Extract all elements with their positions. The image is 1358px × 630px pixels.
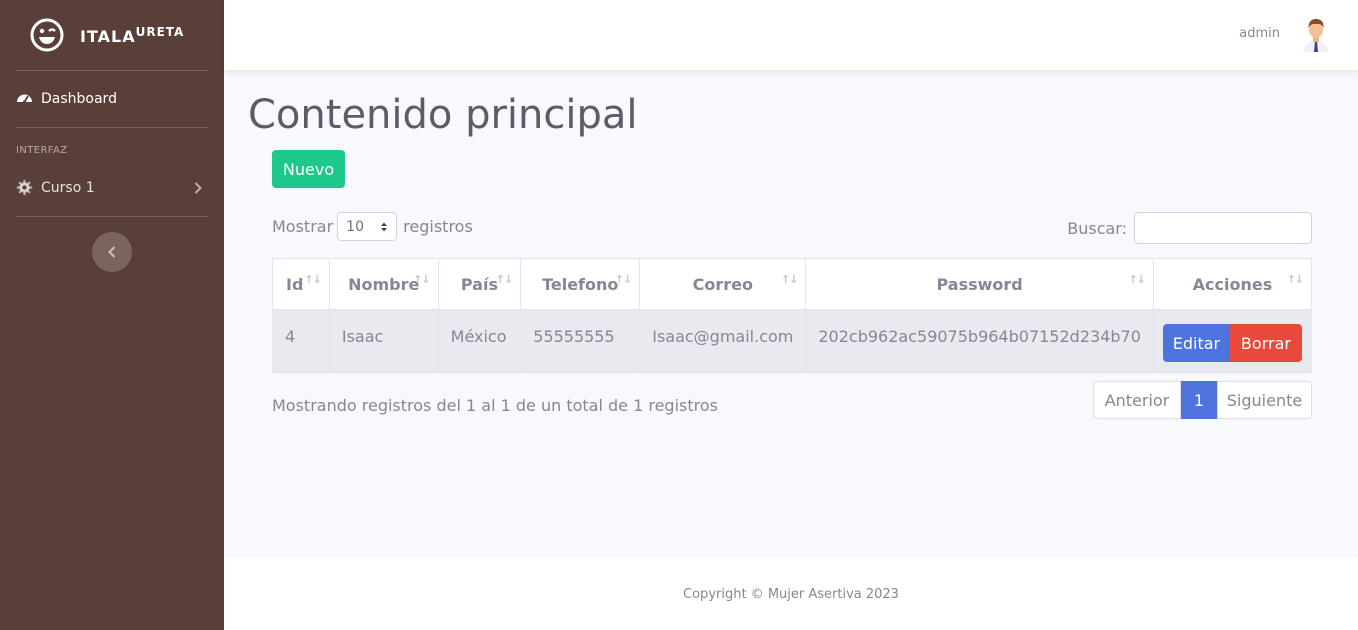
- footer: Copyright © Mujer Asertiva 2023: [224, 558, 1358, 630]
- sidebar-divider: [16, 127, 208, 128]
- page-size-value: 10: [346, 218, 364, 235]
- column-header-nombre[interactable]: Nombre ↑↓: [328, 258, 439, 311]
- page-size-select[interactable]: 10: [337, 212, 398, 241]
- new-button[interactable]: Nuevo: [272, 150, 345, 188]
- column-header-id[interactable]: Id ↑↓: [272, 258, 330, 311]
- chevron-right-icon: [194, 182, 202, 197]
- user-name[interactable]: admin: [1239, 26, 1280, 41]
- table-info: Mostrando registros del 1 al 1 de un tot…: [272, 396, 718, 415]
- brand-logo[interactable]: ITALAURETA: [30, 16, 184, 54]
- sort-icon: ↑↓: [780, 273, 798, 286]
- cog-icon: [16, 179, 33, 196]
- pagination-previous[interactable]: Anterior: [1093, 381, 1181, 419]
- cell-nombre: Isaac: [328, 309, 439, 373]
- search-label: Buscar:: [1067, 218, 1127, 238]
- sort-icon: ↑↓: [495, 273, 513, 286]
- sidebar-item-course[interactable]: Curso 1: [16, 179, 95, 196]
- sidebar-toggle-button[interactable]: [92, 232, 132, 272]
- cell-correo: Isaac@gmail.com: [639, 309, 807, 373]
- chevron-left-icon: [108, 246, 116, 258]
- delete-button[interactable]: Borrar: [1229, 324, 1302, 362]
- search-control: Buscar:: [1067, 212, 1312, 244]
- sort-icon: ↑↓: [1128, 273, 1145, 286]
- data-table: Id ↑↓ Nombre ↑↓ País ↑↓ Telefono ↑↓ Correo ↑↓…: [272, 258, 1313, 373]
- copyright-text: Copyright © Mujer Asertiva 2023: [683, 586, 899, 602]
- brand-name: ITALAURETA: [80, 24, 185, 46]
- pagination-next[interactable]: Siguiente: [1217, 381, 1312, 419]
- sort-icon: ↑↓: [304, 273, 321, 286]
- header-label: Correo: [692, 274, 753, 294]
- header-label: Password: [936, 274, 1023, 294]
- header-label: Id: [286, 274, 304, 294]
- page-title: Contenido principal: [248, 92, 638, 138]
- cell-id: 4: [272, 309, 330, 373]
- show-label: Mostrar: [272, 217, 334, 236]
- pagination-page-1[interactable]: 1: [1181, 381, 1217, 419]
- column-header-correo[interactable]: Correo ↑↓: [639, 258, 807, 311]
- table-row: 4 Isaac México 55555555 Isaac@gmail.com …: [272, 309, 1313, 373]
- tachometer-icon: [16, 90, 33, 107]
- column-header-pais[interactable]: País ↑↓: [437, 258, 522, 311]
- laugh-wink-icon: [30, 18, 64, 52]
- sort-icon: ↑↓: [413, 273, 430, 286]
- records-label: registros: [403, 217, 473, 236]
- header-label: Telefono: [542, 274, 619, 294]
- column-header-password[interactable]: Password ↑↓: [805, 258, 1154, 311]
- pagination: Anterior 1 Siguiente: [1093, 381, 1312, 419]
- edit-button[interactable]: Editar: [1162, 324, 1230, 362]
- sidebar-divider: [16, 216, 208, 217]
- sort-icon: ↑↓: [614, 273, 632, 286]
- cell-password: 202cb962ac59075b964b07152d234b70: [805, 309, 1154, 373]
- topbar: admin: [224, 0, 1358, 70]
- header-label: País: [460, 274, 498, 294]
- sidebar-item-label: Curso 1: [41, 179, 95, 196]
- cell-telefono: 55555555: [520, 309, 641, 373]
- column-header-acciones[interactable]: Acciones ↑↓: [1152, 258, 1313, 311]
- cell-actions: Editar Borrar: [1152, 309, 1313, 373]
- select-arrows-icon: [380, 221, 388, 233]
- sidebar-divider: [16, 70, 208, 71]
- sort-icon: ↑↓: [1286, 273, 1304, 286]
- sidebar-heading: INTERFAZ: [16, 145, 68, 156]
- column-header-telefono[interactable]: Telefono ↑↓: [520, 258, 641, 311]
- header-label: Nombre: [348, 274, 420, 294]
- sidebar: ITALAURETA Dashboard INTERFAZ Curso 1: [0, 0, 224, 630]
- cell-pais: México: [437, 309, 522, 373]
- table-header-row: Id ↑↓ Nombre ↑↓ País ↑↓ Telefono ↑↓ Correo ↑↓…: [272, 258, 1313, 311]
- user-avatar-icon[interactable]: [1302, 18, 1330, 52]
- header-label: Acciones: [1192, 274, 1273, 294]
- page-length-control: Mostrar 10 registros: [272, 212, 473, 241]
- search-input[interactable]: [1134, 212, 1312, 244]
- sidebar-item-dashboard[interactable]: Dashboard: [16, 90, 117, 107]
- sidebar-item-label: Dashboard: [41, 90, 117, 107]
